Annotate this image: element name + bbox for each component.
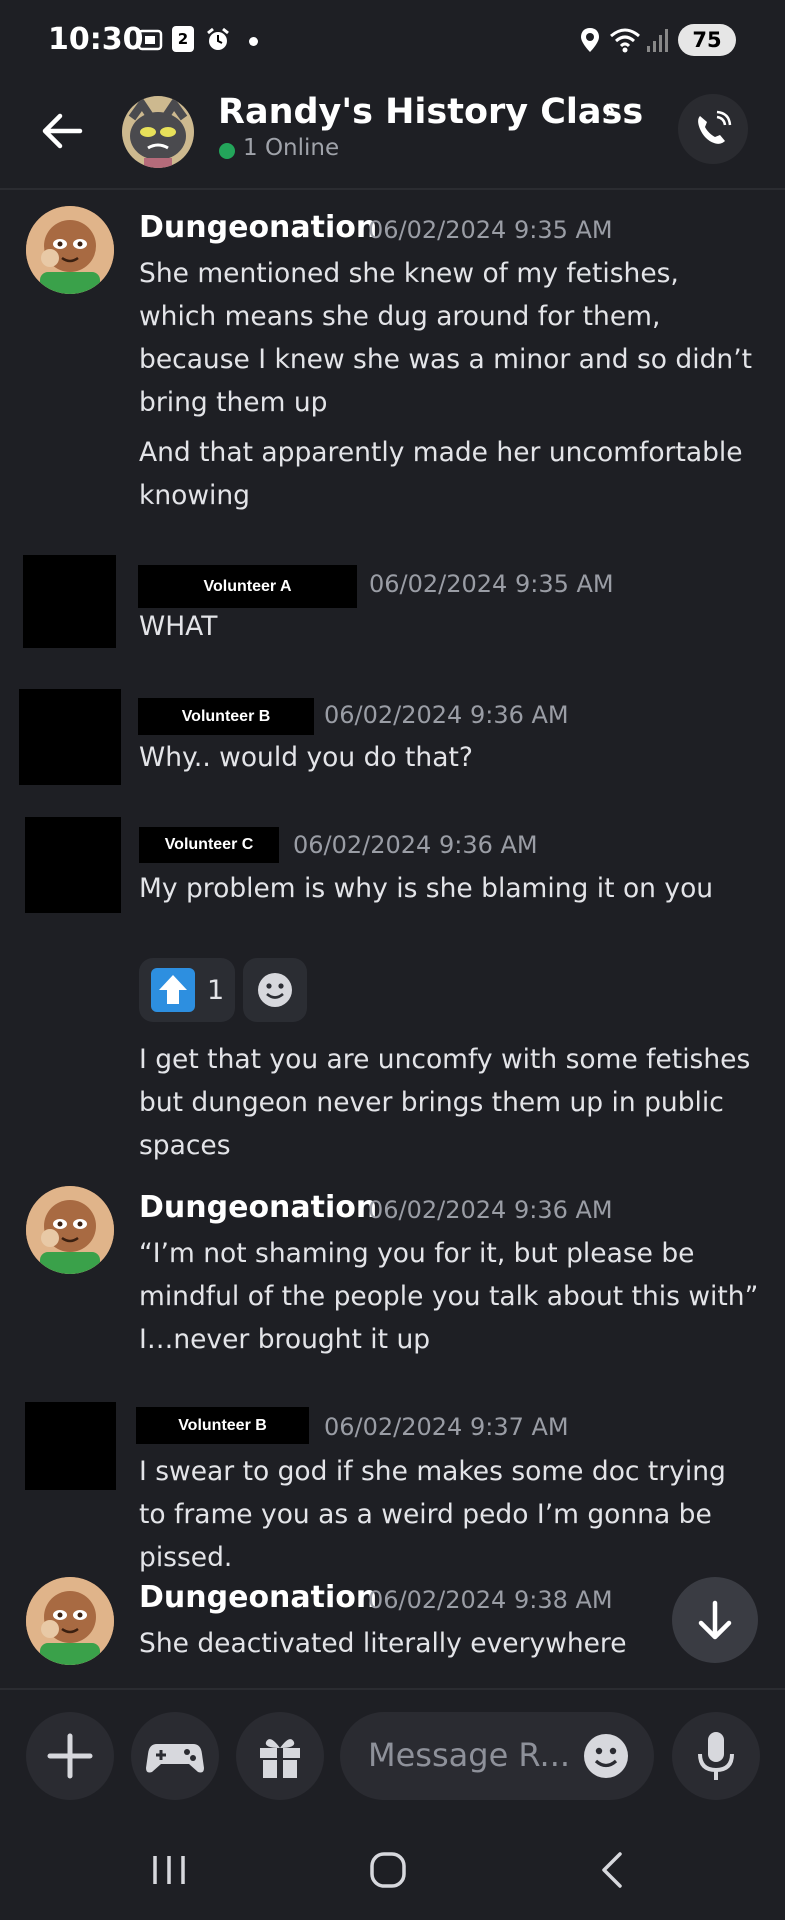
redacted-username[interactable]: Volunteer A xyxy=(138,565,357,608)
message-text[interactable]: I…never brought it up xyxy=(139,1318,759,1361)
timestamp: 06/02/2024 9:35 AM xyxy=(369,570,614,598)
gamepad-icon xyxy=(146,1744,204,1773)
message-text[interactable]: She mentioned she knew of my fetishes, w… xyxy=(139,252,759,424)
channel-header: Randy's History Class › 1 Online xyxy=(0,84,785,190)
notification-count: 2 xyxy=(177,30,189,48)
username[interactable]: Dungeonation xyxy=(139,1580,377,1615)
message-text[interactable]: And that apparently made her uncomfortab… xyxy=(139,431,759,517)
battery-level: 75 xyxy=(692,28,722,52)
emoji-icon[interactable] xyxy=(582,1732,630,1780)
voice-message-button[interactable] xyxy=(672,1712,760,1800)
back-nav-icon[interactable] xyxy=(592,1850,632,1890)
redacted-avatar[interactable] xyxy=(19,689,121,785)
timestamp: 06/02/2024 9:38 AM xyxy=(368,1586,613,1614)
message-text[interactable]: My problem is why is she blaming it on y… xyxy=(139,867,759,910)
battery-icon: 75 xyxy=(678,24,736,56)
redacted-username[interactable]: Volunteer C xyxy=(139,827,279,863)
attach-button[interactable] xyxy=(26,1712,114,1800)
user-avatar[interactable] xyxy=(26,206,114,294)
message-input[interactable]: Message R... xyxy=(340,1712,654,1800)
user-avatar[interactable] xyxy=(26,1577,114,1665)
home-icon[interactable] xyxy=(368,1850,408,1890)
gift-icon xyxy=(260,1739,300,1778)
timestamp: 06/02/2024 9:35 AM xyxy=(368,216,613,244)
redacted-avatar[interactable] xyxy=(25,817,121,913)
redacted-avatar[interactable] xyxy=(25,1402,116,1490)
status-bar: 10:30 2 75 xyxy=(0,0,785,84)
status-time: 10:30 xyxy=(48,22,144,57)
message-placeholder: Message R... xyxy=(368,1736,571,1774)
alarm-icon xyxy=(207,27,229,50)
reaction-upvote[interactable]: 1 xyxy=(139,958,235,1022)
server-avatar[interactable] xyxy=(122,96,194,168)
online-count: 1 Online xyxy=(243,135,340,161)
recent-apps-icon[interactable] xyxy=(149,1850,189,1890)
timestamp: 06/02/2024 9:37 AM xyxy=(324,1413,569,1441)
system-nav-bar xyxy=(0,1828,785,1920)
message-composer: Message R... xyxy=(0,1688,785,1830)
channel-name[interactable]: Randy's History Class xyxy=(218,92,643,132)
redacted-username[interactable]: Volunteer B xyxy=(138,698,314,735)
message-text[interactable]: I get that you are uncomfy with some fet… xyxy=(139,1038,759,1167)
emoji-icon xyxy=(258,973,292,1007)
notification-count-icon: 2 xyxy=(172,26,194,52)
plus-icon xyxy=(47,1733,93,1779)
dot-icon xyxy=(249,37,258,46)
message-text[interactable]: WHAT xyxy=(139,605,759,648)
add-reaction-button[interactable] xyxy=(243,958,307,1022)
upvote-icon xyxy=(151,968,195,1012)
signal-icon xyxy=(647,29,668,52)
voice-call-button[interactable] xyxy=(678,94,748,164)
username[interactable]: Dungeonation xyxy=(139,210,377,245)
mic-icon xyxy=(698,1732,734,1780)
message-text[interactable]: “I’m not shaming you for it, but please … xyxy=(139,1232,759,1318)
message-text[interactable]: Why.. would you do that? xyxy=(139,736,759,779)
message-text[interactable]: I swear to god if she makes some doc try… xyxy=(139,1450,759,1579)
timestamp: 06/02/2024 9:36 AM xyxy=(324,701,569,729)
gift-button[interactable] xyxy=(236,1712,324,1800)
location-icon xyxy=(581,28,599,52)
online-status-dot xyxy=(219,143,235,159)
scroll-to-bottom-button[interactable] xyxy=(672,1577,758,1663)
back-arrow-icon[interactable] xyxy=(38,106,88,156)
timestamp: 06/02/2024 9:36 AM xyxy=(368,1196,613,1224)
activities-button[interactable] xyxy=(131,1712,219,1800)
redacted-username[interactable]: Volunteer B xyxy=(136,1407,309,1444)
timestamp: 06/02/2024 9:36 AM xyxy=(293,831,538,859)
chevron-right-icon[interactable]: › xyxy=(604,92,616,127)
screenshot-icon xyxy=(137,29,163,51)
message-text[interactable]: She deactivated literally everywhere xyxy=(139,1622,759,1665)
username[interactable]: Dungeonation xyxy=(139,1190,377,1225)
phone-settings-icon xyxy=(698,110,732,144)
user-avatar[interactable] xyxy=(26,1186,114,1274)
arrow-down-icon xyxy=(698,1600,732,1640)
reaction-count: 1 xyxy=(207,974,225,1006)
wifi-icon xyxy=(610,28,640,53)
redacted-avatar[interactable] xyxy=(23,555,116,648)
